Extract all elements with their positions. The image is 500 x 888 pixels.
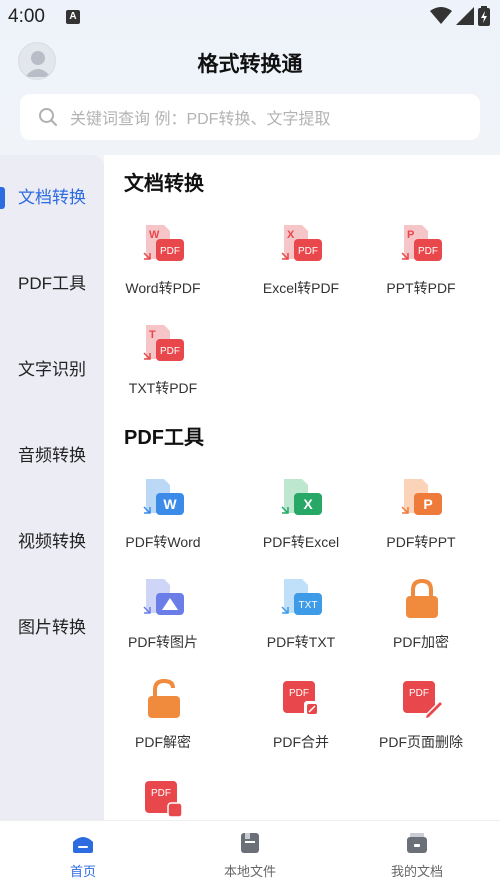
tool-txt-to-pdf[interactable]: T PDF TXT转PDF (104, 323, 222, 413)
tool-pdf-to-txt[interactable]: TXT PDF转TXT (242, 577, 360, 667)
folder-icon (241, 833, 259, 853)
svg-text:TXT: TXT (299, 600, 318, 611)
tool-label: Word转PDF (125, 280, 201, 296)
my-docs-icon (407, 833, 427, 853)
wifi-icon (430, 7, 452, 24)
tool-label: PDF转TXT (266, 634, 336, 650)
tool-label: PDF页面删除 (379, 734, 463, 750)
svg-text:PDF: PDF (160, 346, 180, 357)
svg-text:X: X (303, 496, 313, 512)
bottom-tab-bar: 首页 本地文件 我的文档 (0, 820, 500, 888)
tool-pdf-encrypt[interactable]: PDF加密 (362, 577, 480, 667)
status-bar: 4:00 A (0, 0, 500, 34)
tool-pdf-decrypt[interactable]: PDF解密 (104, 677, 222, 767)
tool-pdf-merge[interactable]: PDF PDF合并 (242, 677, 360, 767)
pdf-page-delete-icon: PDF (403, 681, 444, 721)
section-title-doc-convert: 文档转换 (124, 173, 204, 195)
svg-text:P: P (407, 229, 414, 241)
battery-icon (478, 6, 490, 26)
tab-label: 首页 (69, 864, 96, 879)
svg-text:PDF: PDF (289, 688, 309, 699)
tool-label: PDF加密 (393, 634, 449, 650)
section-title-pdf-tools: PDF工具 (124, 427, 204, 449)
sidebar-item-doc-convert[interactable]: 文档转换 (0, 178, 104, 218)
svg-text:T: T (149, 329, 156, 341)
app-header: 格式转换通 (0, 38, 500, 84)
unlock-icon (148, 678, 180, 718)
tab-local-files[interactable]: 本地文件 (167, 821, 333, 888)
tool-pdf-to-image[interactable]: PDF转图片 (104, 577, 222, 667)
category-sidebar: 文档转换 PDF工具 文字识别 音频转换 视频转换 图片转换 (0, 155, 104, 820)
tool-pdf-to-word[interactable]: W PDF转Word (104, 477, 222, 567)
page-title: 格式转换通 (197, 53, 303, 76)
tab-home[interactable]: 首页 (0, 821, 166, 888)
svg-text:W: W (149, 229, 160, 241)
word-to-pdf-icon: W PDF (143, 225, 184, 261)
tool-label: TXT转PDF (128, 380, 198, 396)
tools-panel: 文档转换 W PDF Word转PDF X PDF Excel转PDF P PD… (104, 155, 500, 820)
tool-label: PDF转图片 (128, 634, 198, 650)
tool-label: PDF解密 (135, 734, 191, 750)
svg-text:PDF: PDF (298, 246, 318, 257)
search-placeholder: 关键词查询 例：PDF转换、文字提取 (70, 111, 331, 128)
excel-to-pdf-icon: X PDF (281, 225, 322, 261)
sidebar-item-audio-convert[interactable]: 音频转换 (0, 436, 104, 476)
tool-word-to-pdf[interactable]: W PDF Word转PDF (104, 223, 222, 313)
tool-label: PDF转Word (125, 534, 201, 550)
sidebar-item-pdf-tools[interactable]: PDF工具 (0, 264, 104, 304)
pdf-to-ppt-icon: P (401, 479, 442, 515)
search-icon (39, 108, 57, 126)
pdf-to-image-icon (143, 579, 184, 615)
txt-to-pdf-icon: T PDF (143, 325, 184, 361)
home-icon (73, 837, 93, 853)
svg-text:X: X (287, 229, 295, 241)
status-icons (430, 6, 490, 26)
tool-label: PPT转PDF (386, 280, 456, 296)
tool-label: PDF合并 (273, 734, 329, 750)
tool-pdf-to-excel[interactable]: X PDF转Excel (242, 477, 360, 567)
pdf-to-txt-icon: TXT (281, 579, 322, 615)
tab-my-docs[interactable]: 我的文档 (334, 821, 500, 888)
svg-text:P: P (423, 496, 432, 512)
svg-text:W: W (163, 496, 177, 512)
sidebar-item-image-convert[interactable]: 图片转换 (0, 608, 104, 648)
sidebar-item-video-convert[interactable]: 视频转换 (0, 522, 104, 562)
tool-pdf-more[interactable]: PDF (104, 777, 222, 820)
pdf-to-word-icon: W (143, 479, 184, 515)
notification-icon: A (66, 10, 80, 24)
search-bar[interactable]: 关键词查询 例：PDF转换、文字提取 (20, 94, 480, 140)
svg-text:PDF: PDF (418, 246, 438, 257)
tool-excel-to-pdf[interactable]: X PDF Excel转PDF (242, 223, 360, 313)
pdf-merge-icon: PDF (283, 681, 320, 717)
ppt-to-pdf-icon: P PDF (401, 225, 442, 261)
tool-label: Excel转PDF (262, 280, 340, 296)
tab-label: 我的文档 (390, 864, 443, 879)
svg-text:PDF: PDF (160, 246, 180, 257)
pdf-to-excel-icon: X (281, 479, 322, 515)
svg-text:PDF: PDF (409, 688, 429, 699)
tool-label: PDF转PPT (386, 534, 456, 550)
svg-text:PDF: PDF (151, 788, 171, 799)
tool-pdf-to-ppt[interactable]: P PDF转PPT (362, 477, 480, 567)
tool-ppt-to-pdf[interactable]: P PDF PPT转PDF (362, 223, 480, 313)
lock-icon (406, 578, 438, 618)
sidebar-item-ocr[interactable]: 文字识别 (0, 350, 104, 390)
status-time: 4:00 (8, 6, 45, 27)
tool-label: PDF转Excel (262, 534, 340, 550)
tool-pdf-page-delete[interactable]: PDF PDF页面删除 (362, 677, 480, 767)
pdf-more-icon: PDF (145, 781, 183, 818)
signal-icon (456, 7, 474, 25)
tab-label: 本地文件 (223, 864, 276, 879)
